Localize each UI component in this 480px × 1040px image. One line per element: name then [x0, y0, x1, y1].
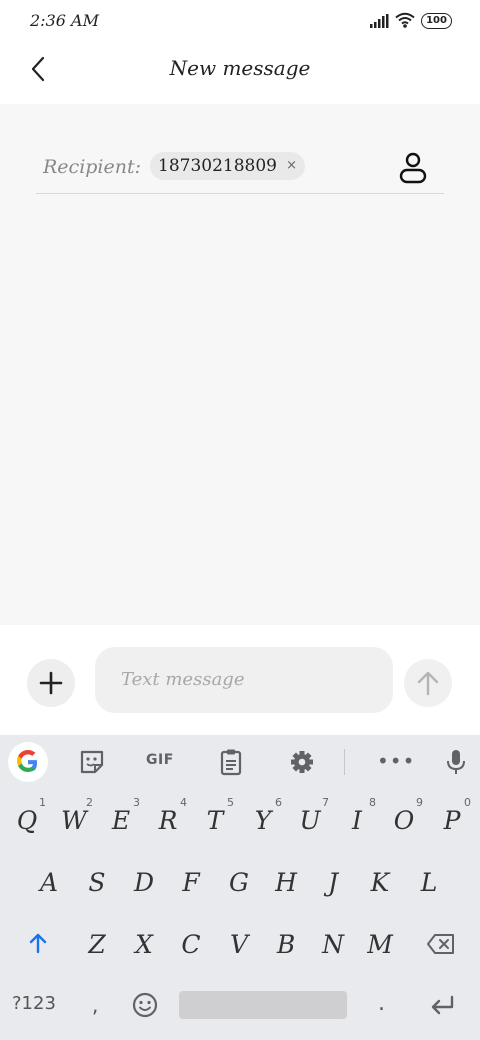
space-bar[interactable]	[179, 991, 347, 1019]
key-h[interactable]: H	[263, 855, 309, 911]
key-b[interactable]: B	[263, 917, 309, 973]
key-f[interactable]: F	[168, 855, 214, 911]
plus-icon	[39, 671, 63, 695]
key-v[interactable]: V	[216, 917, 262, 973]
key-m[interactable]: M	[357, 917, 403, 973]
key-s[interactable]: S	[74, 855, 120, 911]
emoji-icon[interactable]	[131, 991, 159, 1019]
message-bar: Text message	[0, 625, 480, 735]
status-time: 2:36 AM	[30, 11, 99, 30]
key-w[interactable]: W2	[51, 793, 97, 849]
battery-icon: 100	[421, 13, 452, 29]
key-o[interactable]: O9	[381, 793, 427, 849]
send-button[interactable]	[404, 659, 452, 707]
enter-icon[interactable]	[428, 994, 456, 1016]
recipient-row[interactable]: Recipient: 18730218809 ×	[36, 144, 444, 194]
key-c[interactable]: C	[168, 917, 214, 973]
key-t[interactable]: T5	[192, 793, 238, 849]
key-z[interactable]: Z	[74, 917, 120, 973]
recipient-chip[interactable]: 18730218809 ×	[150, 152, 305, 180]
sticker-icon[interactable]	[79, 748, 105, 776]
wifi-icon	[395, 12, 415, 28]
gear-icon[interactable]	[289, 748, 315, 776]
keyboard-toolbar: GIF •••	[0, 735, 480, 789]
clipboard-icon[interactable]	[219, 748, 243, 776]
period-key[interactable]: .	[378, 991, 385, 1016]
status-bar: 2:36 AM 100	[0, 0, 480, 42]
key-p[interactable]: P0	[429, 793, 475, 849]
key-n[interactable]: N	[310, 917, 356, 973]
key-i[interactable]: I8	[334, 793, 380, 849]
key-j[interactable]: J	[310, 855, 356, 911]
key-a[interactable]: A	[26, 855, 72, 911]
add-attachment-button[interactable]	[27, 659, 75, 707]
signal-icon	[370, 14, 389, 28]
key-g[interactable]: G	[216, 855, 262, 911]
comma-key[interactable]: ,	[92, 993, 98, 1017]
shift-arrow-icon[interactable]	[26, 931, 50, 955]
key-e[interactable]: E3	[98, 793, 144, 849]
page-title: New message	[169, 56, 311, 80]
microphone-icon[interactable]	[445, 748, 467, 776]
remove-recipient-icon[interactable]: ×	[286, 152, 297, 180]
key-k[interactable]: K	[357, 855, 403, 911]
contact-icon[interactable]	[398, 152, 428, 184]
key-d[interactable]: D	[121, 855, 167, 911]
recipient-label: Recipient:	[43, 156, 142, 178]
toolbar-divider	[344, 749, 345, 775]
send-arrow-icon	[417, 671, 439, 696]
message-placeholder: Text message	[121, 669, 245, 690]
symbols-key[interactable]: ?123	[12, 993, 56, 1014]
recipient-chip-number: 18730218809	[158, 156, 277, 176]
backspace-icon[interactable]	[426, 933, 456, 955]
more-options-button[interactable]: •••	[377, 749, 415, 773]
key-r[interactable]: R4	[145, 793, 191, 849]
compose-area: Recipient: 18730218809 ×	[0, 104, 480, 625]
key-u[interactable]: U7	[287, 793, 333, 849]
gif-button[interactable]: GIF	[146, 752, 174, 768]
key-l[interactable]: L	[406, 855, 452, 911]
keyboard: GIF ••• Q1 W2 E 3 R 4 T 5 Y 6 U 7 I 8 O …	[0, 735, 480, 1040]
key-y[interactable]: Y6	[240, 793, 286, 849]
key-x[interactable]: X	[121, 917, 167, 973]
key-q[interactable]: Q1	[4, 793, 50, 849]
message-input[interactable]: Text message	[95, 647, 393, 713]
app-header: New message	[0, 42, 480, 104]
